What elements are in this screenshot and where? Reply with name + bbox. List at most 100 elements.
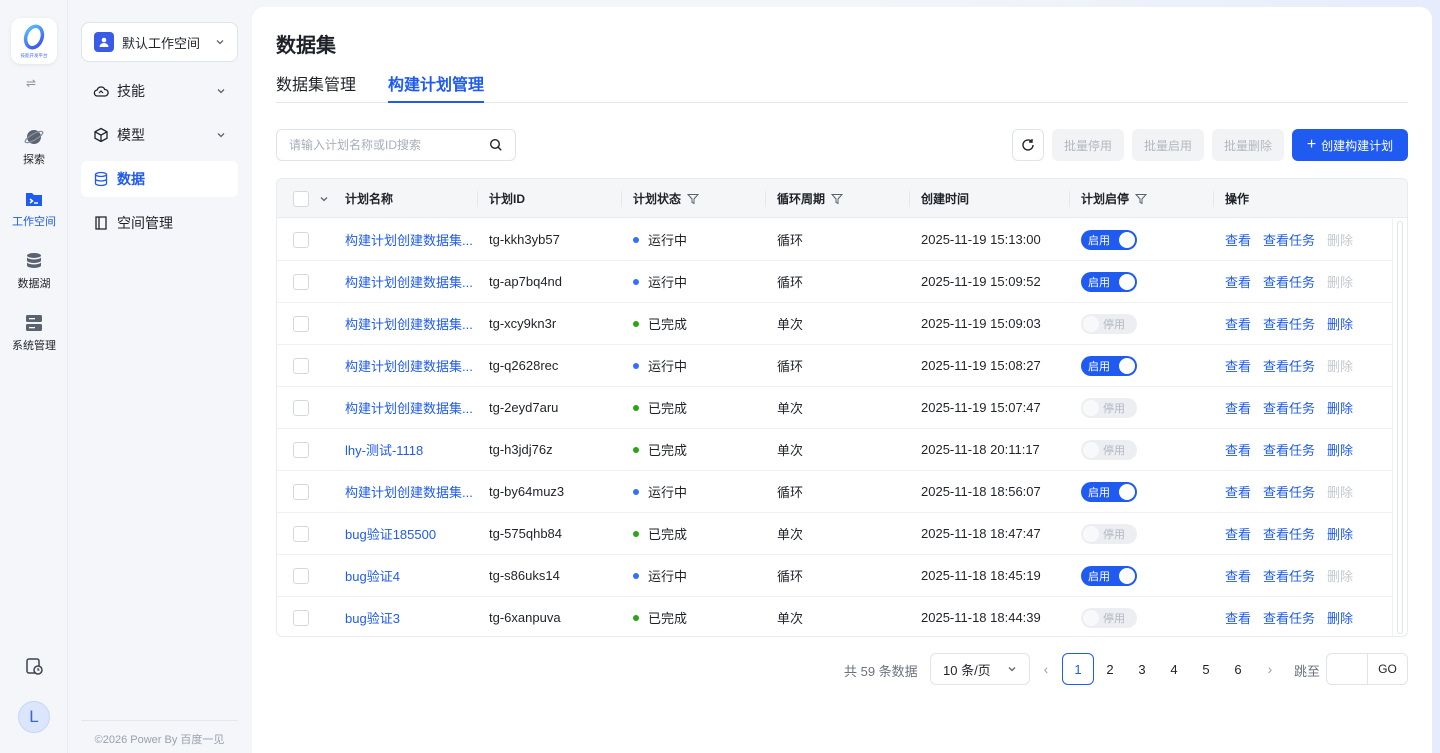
app-logo[interactable]: 技能开发平台 — [11, 18, 57, 64]
plan-toggle-switch[interactable]: 启用 — [1081, 271, 1137, 292]
sidebar-item-models[interactable]: 模型 — [81, 117, 238, 153]
plan-toggle-switch[interactable]: 启用 — [1081, 229, 1137, 250]
view-link[interactable]: 查看 — [1225, 566, 1251, 585]
view-tasks-link[interactable]: 查看任务 — [1263, 398, 1315, 417]
delete-link[interactable]: 删除 — [1327, 566, 1353, 585]
plan-name-link[interactable]: 构建计划创建数据集... — [345, 345, 473, 386]
sidebar-item-data[interactable]: 数据 — [81, 161, 238, 197]
row-checkbox[interactable] — [293, 315, 309, 332]
table-scrollbar[interactable] — [1392, 219, 1406, 636]
view-tasks-link[interactable]: 查看任务 — [1263, 356, 1315, 375]
plan-toggle-switch[interactable]: 启用 — [1081, 481, 1137, 502]
chevron-down-icon[interactable] — [319, 194, 329, 204]
view-link[interactable]: 查看 — [1225, 398, 1251, 417]
plan-toggle-switch[interactable]: 停用 — [1081, 439, 1137, 460]
rail-item-workspace[interactable]: 工作空间 — [0, 189, 68, 229]
delete-link[interactable]: 删除 — [1327, 440, 1353, 459]
row-checkbox[interactable] — [293, 399, 309, 416]
rail-item-system[interactable]: 系统管理 — [0, 313, 68, 353]
plan-name-link[interactable]: bug验证4 — [345, 555, 400, 596]
delete-link[interactable]: 删除 — [1327, 524, 1353, 543]
plan-toggle-switch[interactable]: 停用 — [1081, 313, 1137, 334]
view-link[interactable]: 查看 — [1225, 230, 1251, 249]
view-tasks-link[interactable]: 查看任务 — [1263, 314, 1315, 333]
tab-dataset-management[interactable]: 数据集管理 — [276, 71, 356, 103]
plan-name-link[interactable]: 构建计划创建数据集... — [345, 387, 473, 428]
select-all-checkbox[interactable] — [293, 190, 309, 207]
plan-toggle-switch[interactable]: 停用 — [1081, 607, 1137, 628]
scrollbar-thumb[interactable] — [1397, 221, 1403, 634]
plan-toggle-switch[interactable]: 启用 — [1081, 565, 1137, 586]
refresh-button[interactable] — [1012, 129, 1044, 161]
delete-link[interactable]: 删除 — [1327, 356, 1353, 375]
view-tasks-link[interactable]: 查看任务 — [1263, 440, 1315, 459]
row-checkbox[interactable] — [293, 567, 309, 584]
row-checkbox[interactable] — [293, 609, 309, 626]
plan-toggle-switch[interactable]: 停用 — [1081, 523, 1137, 544]
plan-name-link[interactable]: bug验证3 — [345, 597, 400, 636]
plan-toggle-switch[interactable]: 停用 — [1081, 397, 1137, 418]
view-tasks-link[interactable]: 查看任务 — [1263, 524, 1315, 543]
view-tasks-link[interactable]: 查看任务 — [1263, 566, 1315, 585]
view-tasks-link[interactable]: 查看任务 — [1263, 230, 1315, 249]
history-icon[interactable] — [24, 656, 44, 676]
delete-link[interactable]: 删除 — [1327, 398, 1353, 417]
search-icon[interactable] — [489, 138, 503, 152]
page-button[interactable]: 3 — [1126, 653, 1158, 685]
view-link[interactable]: 查看 — [1225, 482, 1251, 501]
plan-name-link[interactable]: 构建计划创建数据集... — [345, 471, 473, 512]
row-checkbox[interactable] — [293, 231, 309, 248]
avatar[interactable]: L — [18, 701, 50, 733]
prev-page-button[interactable]: ‹ — [1030, 653, 1062, 685]
plan-name-link[interactable]: lhy-测试-1118 — [345, 429, 423, 470]
filter-icon[interactable] — [687, 193, 700, 205]
page-button[interactable]: 5 — [1190, 653, 1222, 685]
delete-link[interactable]: 删除 — [1327, 482, 1353, 501]
plan-name-link[interactable]: 构建计划创建数据集... — [345, 219, 473, 260]
view-tasks-link[interactable]: 查看任务 — [1263, 482, 1315, 501]
row-checkbox[interactable] — [293, 525, 309, 542]
filter-icon[interactable] — [1135, 193, 1148, 205]
row-checkbox[interactable] — [293, 483, 309, 500]
delete-link[interactable]: 删除 — [1327, 230, 1353, 249]
view-link[interactable]: 查看 — [1225, 440, 1251, 459]
plan-name-link[interactable]: 构建计划创建数据集... — [345, 261, 473, 302]
delete-link[interactable]: 删除 — [1327, 272, 1353, 291]
workspace-selector[interactable]: 默认工作空间 — [81, 22, 238, 62]
page-button[interactable]: 2 — [1094, 653, 1126, 685]
view-link[interactable]: 查看 — [1225, 356, 1251, 375]
tab-build-plan-management[interactable]: 构建计划管理 — [388, 71, 485, 103]
view-link[interactable]: 查看 — [1225, 314, 1251, 333]
delete-link[interactable]: 删除 — [1327, 314, 1353, 333]
sidebar-item-skills[interactable]: 技能 — [81, 73, 238, 109]
view-link[interactable]: 查看 — [1225, 608, 1251, 627]
rail-item-datalake[interactable]: 数据湖 — [0, 251, 68, 291]
create-plan-button[interactable]: + 创建构建计划 — [1292, 129, 1408, 161]
plan-toggle-switch[interactable]: 启用 — [1081, 355, 1137, 376]
plan-name-link[interactable]: 构建计划创建数据集... — [345, 303, 473, 344]
batch-enable-button[interactable]: 批量启用 — [1132, 129, 1204, 161]
page-size-select[interactable]: 10 条/页 — [930, 653, 1030, 685]
delete-link[interactable]: 删除 — [1327, 608, 1353, 627]
batch-delete-button[interactable]: 批量删除 — [1212, 129, 1284, 161]
search-input[interactable] — [289, 138, 489, 152]
batch-disable-button[interactable]: 批量停用 — [1052, 129, 1124, 161]
sidebar-item-space-management[interactable]: 空间管理 — [81, 205, 238, 241]
jump-page-input[interactable] — [1326, 653, 1368, 685]
page-button[interactable]: 1 — [1062, 653, 1094, 685]
next-page-button[interactable]: › — [1254, 653, 1286, 685]
view-tasks-link[interactable]: 查看任务 — [1263, 608, 1315, 627]
page-button[interactable]: 4 — [1158, 653, 1190, 685]
filter-icon[interactable] — [831, 193, 844, 205]
page-button[interactable]: 6 — [1222, 653, 1254, 685]
view-tasks-link[interactable]: 查看任务 — [1263, 272, 1315, 291]
view-link[interactable]: 查看 — [1225, 524, 1251, 543]
view-link[interactable]: 查看 — [1225, 272, 1251, 291]
plan-name-link[interactable]: bug验证185500 — [345, 513, 436, 554]
row-checkbox[interactable] — [293, 441, 309, 458]
rail-item-explore[interactable]: 探索 — [0, 127, 68, 167]
row-checkbox[interactable] — [293, 357, 309, 374]
go-button[interactable]: GO — [1367, 653, 1408, 685]
row-checkbox[interactable] — [293, 273, 309, 290]
swap-icon[interactable]: ⇌ — [26, 76, 36, 90]
